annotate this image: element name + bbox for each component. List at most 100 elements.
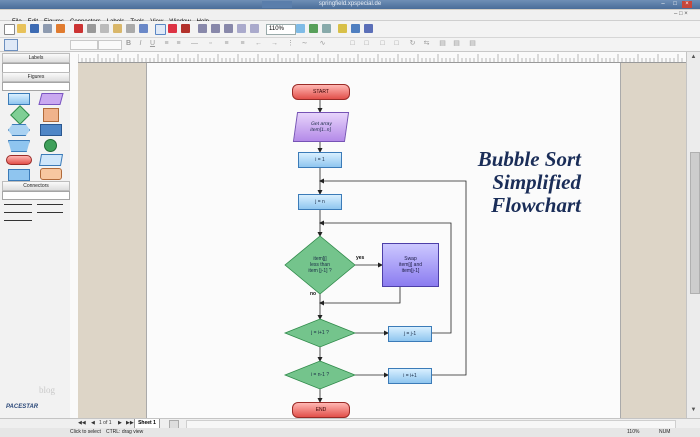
labels-panel-header[interactable]: Labels [2,53,70,63]
end-node[interactable]: END [292,402,350,418]
zoom-in-icon[interactable] [211,24,220,33]
undo-icon[interactable] [139,24,148,33]
italic-icon[interactable]: I [136,40,145,48]
underline-icon[interactable]: U [148,40,157,48]
rotate-icon[interactable]: ↻ [408,40,417,48]
zoom-out-icon[interactable] [198,24,207,33]
decision-shape[interactable] [10,105,30,125]
connector-arrow[interactable] [37,212,63,213]
bring-front-icon[interactable]: □ [378,40,387,48]
properties-icon[interactable] [338,24,347,33]
dec-j-node[interactable]: j = j-1 [388,326,432,342]
flowchart-title[interactable]: Bubble Sort Simplified Flowchart [365,148,581,217]
manual-op-shape[interactable] [8,140,30,152]
connectors-panel-header[interactable]: Connectors [2,181,70,191]
swap-node[interactable]: Swap item[j] and item[j-1] [382,243,439,287]
arrow-start-icon[interactable]: ← [254,40,263,48]
curve-icon[interactable]: ∿ [318,40,327,48]
arrow-end-icon[interactable]: → [270,40,279,48]
link-icon[interactable] [351,24,360,33]
group-icon[interactable]: □ [348,40,357,48]
snap-icon[interactable] [309,24,318,33]
copy-icon[interactable] [100,24,109,33]
minimize-button[interactable]: – [658,1,668,8]
cut-icon[interactable] [87,24,96,33]
distribute-icon[interactable]: ▤ [452,40,461,48]
preparation-shape[interactable] [8,124,30,136]
scroll-up-icon[interactable]: ▲ [689,54,698,62]
next-page-icon[interactable]: ▶ [118,420,122,426]
status-num: NUM [659,429,671,435]
line-style-icon[interactable]: ≡ [238,40,247,48]
layout-icon[interactable] [322,24,331,33]
zoom-select[interactable]: 110% [266,24,296,35]
line-width-icon[interactable]: ≡ [222,40,231,48]
maximize-button[interactable]: □ [670,1,680,8]
prev-page-icon[interactable]: ◀ [91,420,95,426]
process-shape[interactable] [8,93,30,105]
no-label: no [310,291,317,297]
scroll-down-icon[interactable]: ▼ [689,407,698,415]
connectors-select[interactable] [2,191,70,200]
paste-icon[interactable] [113,24,122,33]
save-icon[interactable] [30,24,39,33]
connector-line[interactable] [4,204,32,205]
text-style-icon[interactable] [181,24,190,33]
open-folder-icon[interactable] [17,24,26,33]
init-i-node[interactable]: i = 1 [298,152,342,168]
align-icon[interactable]: ≡ [162,40,171,48]
send-back-icon[interactable]: □ [392,40,401,48]
mdi-controls[interactable]: – □ × [674,11,688,17]
start-node[interactable]: START [292,84,350,100]
connector-line[interactable] [4,220,32,221]
data-shape[interactable] [38,93,64,105]
new-file-icon[interactable] [4,24,15,35]
align-objects-icon[interactable]: ▤ [438,40,447,48]
connector-arrow[interactable] [37,204,63,205]
vertical-scrollbar[interactable]: ▲ ▼ [686,52,700,418]
connector-line[interactable] [4,212,32,213]
connector-shape[interactable] [44,139,57,152]
grid-icon[interactable] [296,24,305,33]
export-icon[interactable] [56,24,65,33]
text-tool-icon[interactable] [168,24,177,33]
input-shape[interactable] [38,154,64,166]
connector-style-icon[interactable]: ⋮ [286,40,295,48]
check-j-label: j = i+1 ? [311,330,329,336]
panel-toggle-icon[interactable] [4,39,18,51]
figures-select[interactable] [2,82,70,91]
font-size-select[interactable] [98,40,122,50]
bold-icon[interactable]: B [124,40,133,48]
loop-swap-return [319,285,401,306]
line-color-icon[interactable]: — [190,40,199,48]
ungroup-icon[interactable]: □ [362,40,371,48]
scroll-thumb[interactable] [690,152,700,294]
storage-shape[interactable] [40,168,62,180]
last-page-icon[interactable]: ▶▶ [126,420,134,426]
fit-page-icon[interactable] [237,24,246,33]
fit-width-icon[interactable] [250,24,259,33]
figures-panel-header[interactable]: Figures [2,72,70,82]
drawing-canvas[interactable]: START Get array item[1..n] i = 1 j = n i… [78,63,686,418]
arrow-tool-icon[interactable] [364,24,373,33]
font-select[interactable] [70,40,98,50]
format-icon[interactable] [126,24,135,33]
init-j-node[interactable]: j = n [298,194,342,210]
display-shape[interactable] [8,169,30,181]
fill-icon[interactable]: ▫ [206,40,215,48]
select-pointer-icon[interactable] [155,24,166,35]
align-center-icon[interactable]: ≡ [174,40,183,48]
inc-i-node[interactable]: i = i+1 [388,368,432,384]
document-shape[interactable] [43,108,59,122]
route-icon[interactable]: ∼ [300,40,309,48]
get-array-node[interactable]: Get array item[1..n] [292,112,350,142]
predefined-process-shape[interactable] [40,124,62,136]
first-page-icon[interactable]: ◀◀ [78,420,86,426]
size-icon[interactable]: ▤ [468,40,477,48]
close-button[interactable]: × [682,1,692,8]
zoom-icon[interactable] [224,24,233,33]
terminator-shape[interactable] [6,155,32,165]
delete-icon[interactable] [74,24,83,33]
flip-icon[interactable]: ⇆ [422,40,431,48]
print-icon[interactable] [43,24,52,33]
